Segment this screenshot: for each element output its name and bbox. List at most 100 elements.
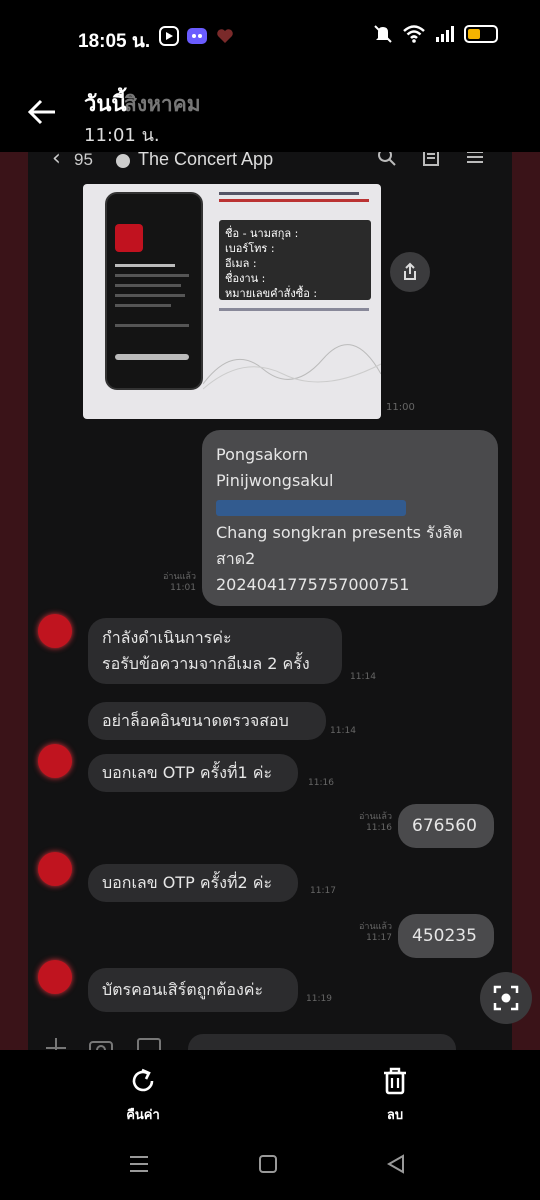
message-text: อย่าล็อคอินขนาดตรวจสอบ bbox=[102, 711, 289, 730]
back-arrow-icon[interactable] bbox=[22, 92, 62, 132]
message-time: 11:14 bbox=[330, 726, 356, 736]
contact-line: Pinijwongsakul bbox=[216, 471, 334, 490]
message-input bbox=[188, 1034, 456, 1050]
lens-scan-button[interactable] bbox=[480, 972, 532, 1024]
contact-line: Chang songkran presents รังสิต bbox=[216, 523, 463, 542]
message-bubble-incoming[interactable]: กำลังดำเนินการค่ะ รอรับข้อความจากอีเมล 2… bbox=[88, 618, 342, 684]
instruction-line bbox=[219, 199, 369, 202]
battery-icon bbox=[464, 25, 498, 43]
photo-border-right bbox=[512, 152, 540, 1050]
mock-line bbox=[115, 324, 189, 327]
notes-icon bbox=[423, 152, 439, 166]
gallery-icon bbox=[137, 1038, 161, 1050]
message-bubble-incoming[interactable]: บัตรคอนเสิร์ตถูกต้องค่ะ bbox=[88, 968, 298, 1012]
image-instructions bbox=[219, 192, 369, 214]
back-nav-icon[interactable] bbox=[386, 1154, 406, 1174]
contact-line: สาด2 bbox=[216, 549, 256, 568]
plus-icon bbox=[46, 1038, 66, 1050]
viewer-header: สิงหาคม วันนี้ 11:01 น. bbox=[0, 70, 540, 152]
mute-icon bbox=[374, 25, 392, 43]
message-text: รอรับข้อความจากอีเมล 2 ครั้ง bbox=[102, 654, 310, 673]
page-title: วันนี้ bbox=[84, 92, 127, 117]
home-nav-icon[interactable] bbox=[258, 1154, 278, 1174]
status-indicators bbox=[372, 24, 498, 44]
message-bubble-contact[interactable]: Pongsakorn Pinijwongsakul Chang songkran… bbox=[202, 430, 498, 606]
message-bubble-incoming[interactable]: บอกเลข OTP ครั้งที่2 ค่ะ bbox=[88, 864, 298, 902]
mock-line bbox=[115, 264, 175, 267]
phone-mockup bbox=[105, 192, 203, 390]
message-time: 11:17 bbox=[310, 886, 336, 896]
game-notification-icon bbox=[187, 28, 207, 44]
camera-icon bbox=[89, 1041, 113, 1050]
wifi-icon bbox=[403, 25, 425, 43]
message-time: 11:14 bbox=[350, 672, 376, 682]
image-time: 11:00 bbox=[386, 402, 415, 413]
lens-scan-icon bbox=[493, 985, 519, 1011]
form-line: หมายเลขคำสั่งซื้อ : bbox=[225, 287, 318, 300]
restore-icon bbox=[132, 1068, 154, 1092]
chat-back-icon: ‹ bbox=[52, 152, 61, 171]
menu-icon bbox=[467, 152, 483, 163]
chat-topbar: ‹ 95 The Concert App bbox=[28, 152, 512, 178]
message-bubble-otp-2[interactable]: 450235 bbox=[398, 914, 494, 958]
message-bubble-incoming[interactable]: บอกเลข OTP ครั้งที่1 ค่ะ bbox=[88, 754, 298, 792]
mock-line bbox=[115, 304, 171, 307]
app-logo bbox=[115, 224, 143, 252]
delete-button[interactable]: ลบ bbox=[340, 1066, 450, 1125]
trash-icon bbox=[384, 1067, 406, 1095]
chat-top-icons bbox=[376, 152, 486, 168]
avatar bbox=[38, 960, 72, 994]
message-bubble-incoming[interactable]: อย่าล็อคอินขนาดตรวจสอบ bbox=[88, 702, 326, 740]
share-icon bbox=[404, 262, 416, 280]
message-text: บอกเลข OTP ครั้งที่1 ค่ะ bbox=[102, 763, 273, 782]
message-text: กำลังดำเนินการค่ะ bbox=[102, 628, 232, 647]
message-time: 11:16 bbox=[308, 778, 334, 788]
header-time: 11:01 น. bbox=[84, 125, 160, 146]
avatar bbox=[38, 744, 72, 778]
status-time: 18:05 น. bbox=[78, 31, 151, 52]
search-icon bbox=[378, 152, 396, 166]
avatar bbox=[38, 852, 72, 886]
contact-line: 2024041775757000751 bbox=[216, 575, 410, 594]
mock-line bbox=[115, 274, 189, 277]
header-subtitle-ghost: สิงหาคม bbox=[124, 92, 201, 116]
avatar bbox=[38, 614, 72, 648]
message-text: บอกเลข OTP ครั้งที่2 ค่ะ bbox=[102, 873, 273, 892]
action-bar: คืนค่า ลบ bbox=[0, 1050, 540, 1128]
restore-label: คืนค่า bbox=[126, 1108, 160, 1123]
message-read-meta: อ่านแล้ว 11:01 bbox=[163, 572, 196, 593]
chat-unread-count: 95 bbox=[74, 152, 93, 169]
contact-line: Pongsakorn bbox=[216, 445, 309, 464]
message-read-meta: อ่านแล้ว 11:16 bbox=[359, 812, 392, 833]
message-text: บัตรคอนเสิร์ตถูกต้องค่ะ bbox=[102, 980, 264, 999]
share-button[interactable] bbox=[390, 252, 430, 292]
instruction-line bbox=[219, 192, 359, 195]
shared-image: ชื่อ - นามสกุล : เบอร์โทร : อีเมล : ชื่อ… bbox=[83, 184, 381, 419]
heart-notification-icon bbox=[217, 29, 233, 43]
menu-nav-icon[interactable] bbox=[128, 1154, 150, 1174]
form-card: ชื่อ - นามสกุล : เบอร์โทร : อีเมล : ชื่อ… bbox=[219, 220, 371, 300]
restore-button[interactable]: คืนค่า bbox=[88, 1066, 198, 1125]
chat-name: The Concert App bbox=[138, 152, 274, 169]
contact-email-link[interactable] bbox=[216, 494, 484, 520]
message-read-meta: อ่านแล้ว 11:17 bbox=[359, 922, 392, 943]
signal-icon bbox=[436, 26, 454, 42]
chat-composer bbox=[28, 1030, 512, 1050]
image-caption-line bbox=[219, 308, 369, 311]
screenshot-image[interactable]: ‹ 95 The Concert App ชื่อ - นามสกุล: เบ… bbox=[0, 152, 540, 1050]
mock-line bbox=[115, 284, 181, 287]
wave-decoration bbox=[203, 344, 381, 390]
delete-label: ลบ bbox=[386, 1108, 404, 1123]
mock-line bbox=[115, 294, 185, 297]
message-bubble-otp-1[interactable]: 676560 bbox=[398, 804, 494, 848]
photo-border-left bbox=[0, 152, 28, 1050]
chat-shield-icon bbox=[116, 154, 130, 168]
mock-button bbox=[115, 354, 189, 360]
message-time: 11:19 bbox=[306, 994, 332, 1004]
app-notification-icon bbox=[159, 26, 179, 46]
battery-level bbox=[468, 29, 480, 39]
message-text: 676560 bbox=[412, 816, 477, 836]
message-text: 450235 bbox=[412, 926, 477, 946]
system-nav-bar bbox=[0, 1128, 540, 1200]
status-bar: 18:05 น. bbox=[0, 0, 540, 70]
